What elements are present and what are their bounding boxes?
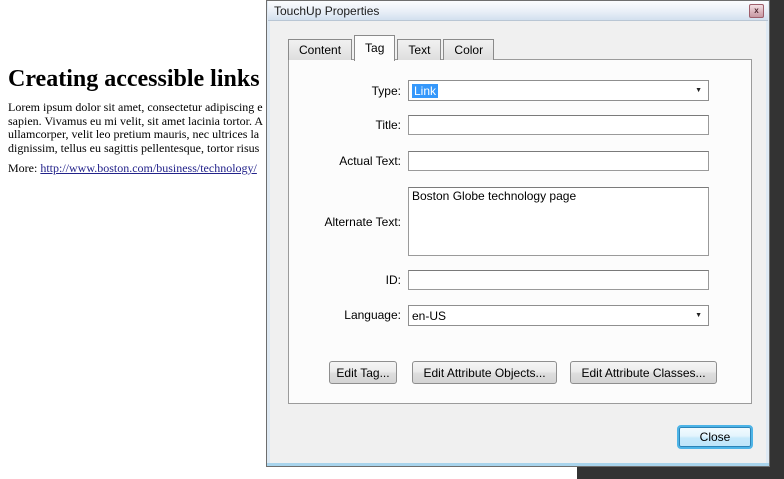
dialog-title: TouchUp Properties: [274, 4, 379, 18]
title-field[interactable]: [408, 115, 709, 135]
title-label: Title:: [289, 118, 401, 132]
edit-attribute-classes-button[interactable]: Edit Attribute Classes...: [570, 361, 717, 384]
actual-text-field[interactable]: [408, 151, 709, 171]
language-dropdown[interactable]: en-US ▼: [408, 305, 709, 326]
type-label: Type:: [289, 84, 401, 98]
chevron-down-icon[interactable]: ▼: [695, 87, 702, 94]
tab-content[interactable]: Content: [288, 39, 352, 60]
language-selected-value: en-US: [412, 309, 446, 323]
tab-color[interactable]: Color: [443, 39, 494, 60]
id-field[interactable]: [408, 270, 709, 290]
chevron-down-icon[interactable]: ▼: [695, 312, 702, 319]
actual-text-label: Actual Text:: [289, 154, 401, 168]
edit-attribute-objects-button[interactable]: Edit Attribute Objects...: [412, 361, 557, 384]
close-button[interactable]: Close: [677, 425, 753, 449]
tab-bar: Content Tag Text Color: [288, 35, 496, 60]
type-dropdown[interactable]: Link ▼: [408, 80, 709, 101]
edit-tag-button[interactable]: Edit Tag...: [329, 361, 397, 384]
tab-tag[interactable]: Tag: [354, 35, 395, 61]
document-more-line: More: http://www.boston.com/business/tec…: [8, 161, 257, 176]
type-selected-value: Link: [412, 84, 438, 98]
dialog-titlebar[interactable]: TouchUp Properties x: [268, 1, 768, 21]
tag-tab-panel: Type: Link ▼ Title: Actual Text: Alterna…: [288, 59, 752, 404]
id-label: ID:: [289, 273, 401, 287]
language-label: Language:: [289, 308, 401, 322]
touchup-properties-dialog: TouchUp Properties x Content Tag Text Co…: [266, 0, 770, 467]
alternate-text-label: Alternate Text:: [289, 215, 401, 229]
more-label: More:: [8, 161, 40, 175]
close-icon[interactable]: x: [749, 4, 764, 18]
document-heading: Creating accessible links: [8, 66, 260, 93]
document-hyperlink[interactable]: http://www.boston.com/business/technolog…: [40, 161, 257, 175]
alternate-text-field[interactable]: Boston Globe technology page: [408, 187, 709, 256]
tab-text[interactable]: Text: [397, 39, 441, 60]
